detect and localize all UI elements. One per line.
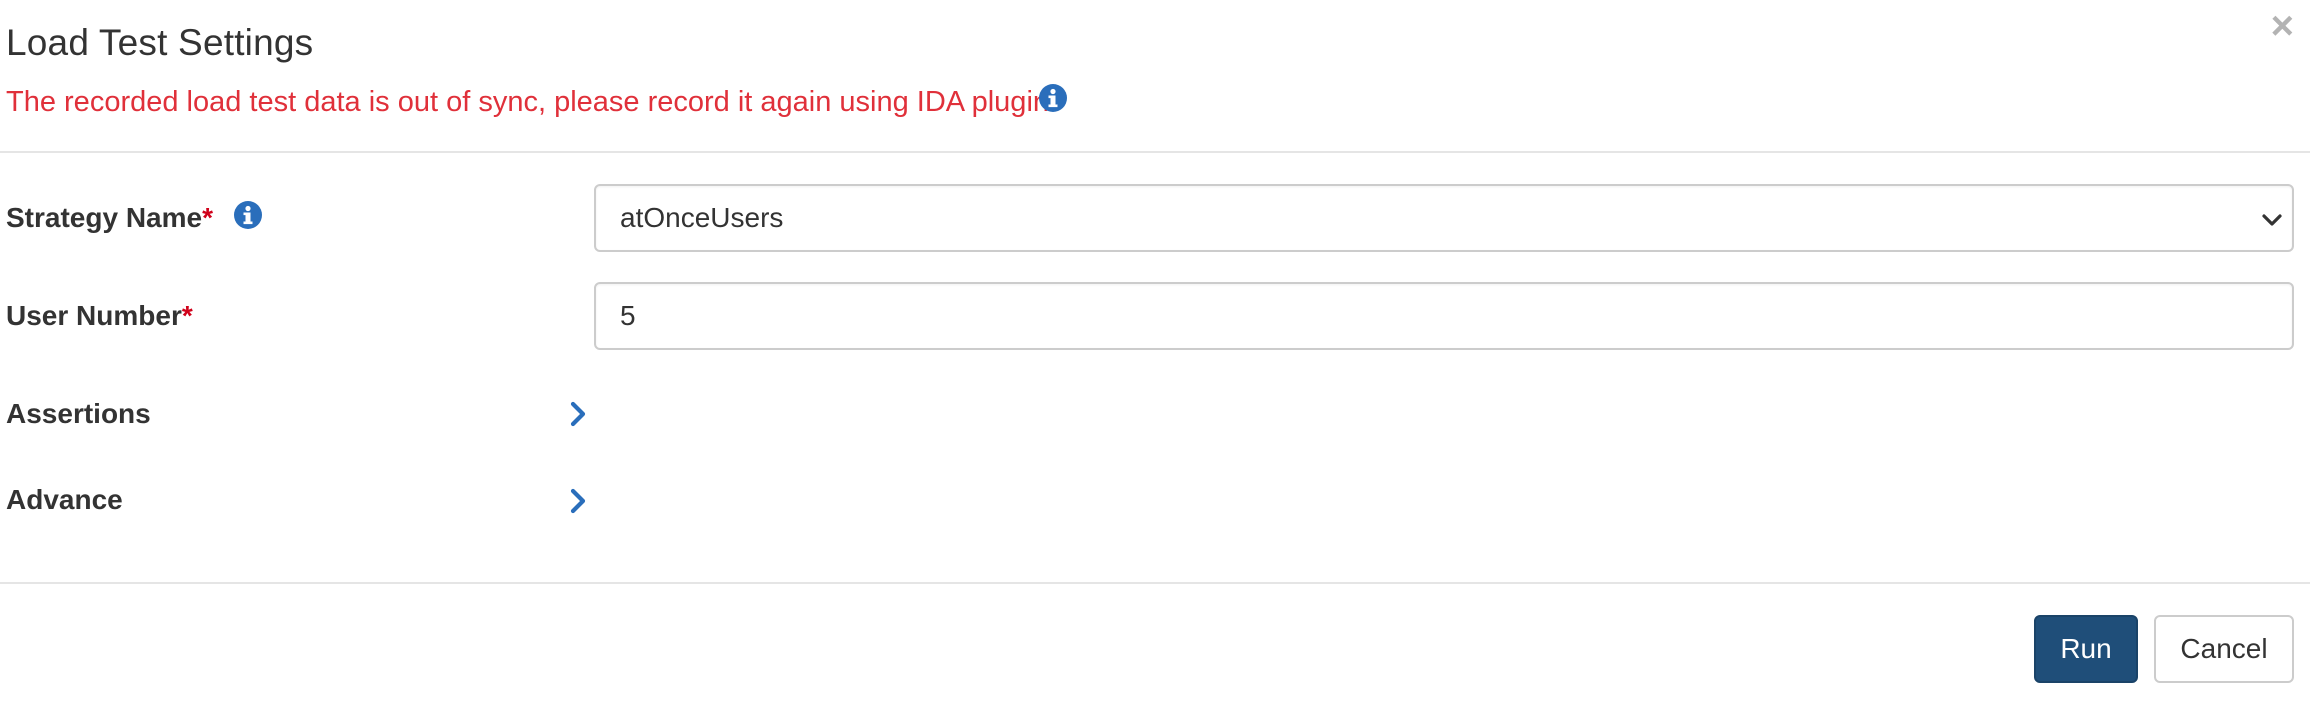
chevron-down-icon	[2262, 214, 2282, 226]
cancel-button[interactable]: Cancel	[2154, 615, 2294, 683]
info-circle-icon[interactable]	[1038, 83, 1068, 113]
required-mark: *	[202, 202, 213, 233]
chevron-right-icon[interactable]	[566, 486, 590, 516]
sync-warning-message: The recorded load test data is out of sy…	[6, 86, 1058, 118]
chevron-right-icon[interactable]	[566, 399, 590, 429]
run-button[interactable]: Run	[2034, 615, 2138, 683]
advance-label: Advance	[6, 484, 123, 515]
load-test-settings-dialog: Load Test Settings × The recorded load t…	[0, 0, 2310, 702]
info-circle-icon[interactable]	[233, 200, 263, 230]
strategy-name-label: Strategy Name*	[6, 200, 213, 236]
close-icon[interactable]: ×	[2271, 4, 2294, 48]
strategy-selected-value: atOnceUsers	[620, 202, 784, 233]
dialog-footer: Run Cancel	[0, 582, 2310, 702]
strategy-name-label-text: Strategy Name	[6, 202, 203, 233]
strategy-name-select[interactable]: atOnceUsers	[594, 184, 2294, 252]
user-number-input[interactable]: 5	[594, 282, 2294, 350]
dialog-title: Load Test Settings	[6, 22, 314, 63]
dialog-header: Load Test Settings × The recorded load t…	[0, 0, 2310, 153]
user-number-value: 5	[620, 300, 636, 331]
required-mark: *	[181, 300, 193, 331]
assertions-label: Assertions	[6, 398, 151, 429]
user-number-label-text: User Number	[6, 300, 182, 331]
user-number-label: User Number*	[6, 298, 193, 334]
